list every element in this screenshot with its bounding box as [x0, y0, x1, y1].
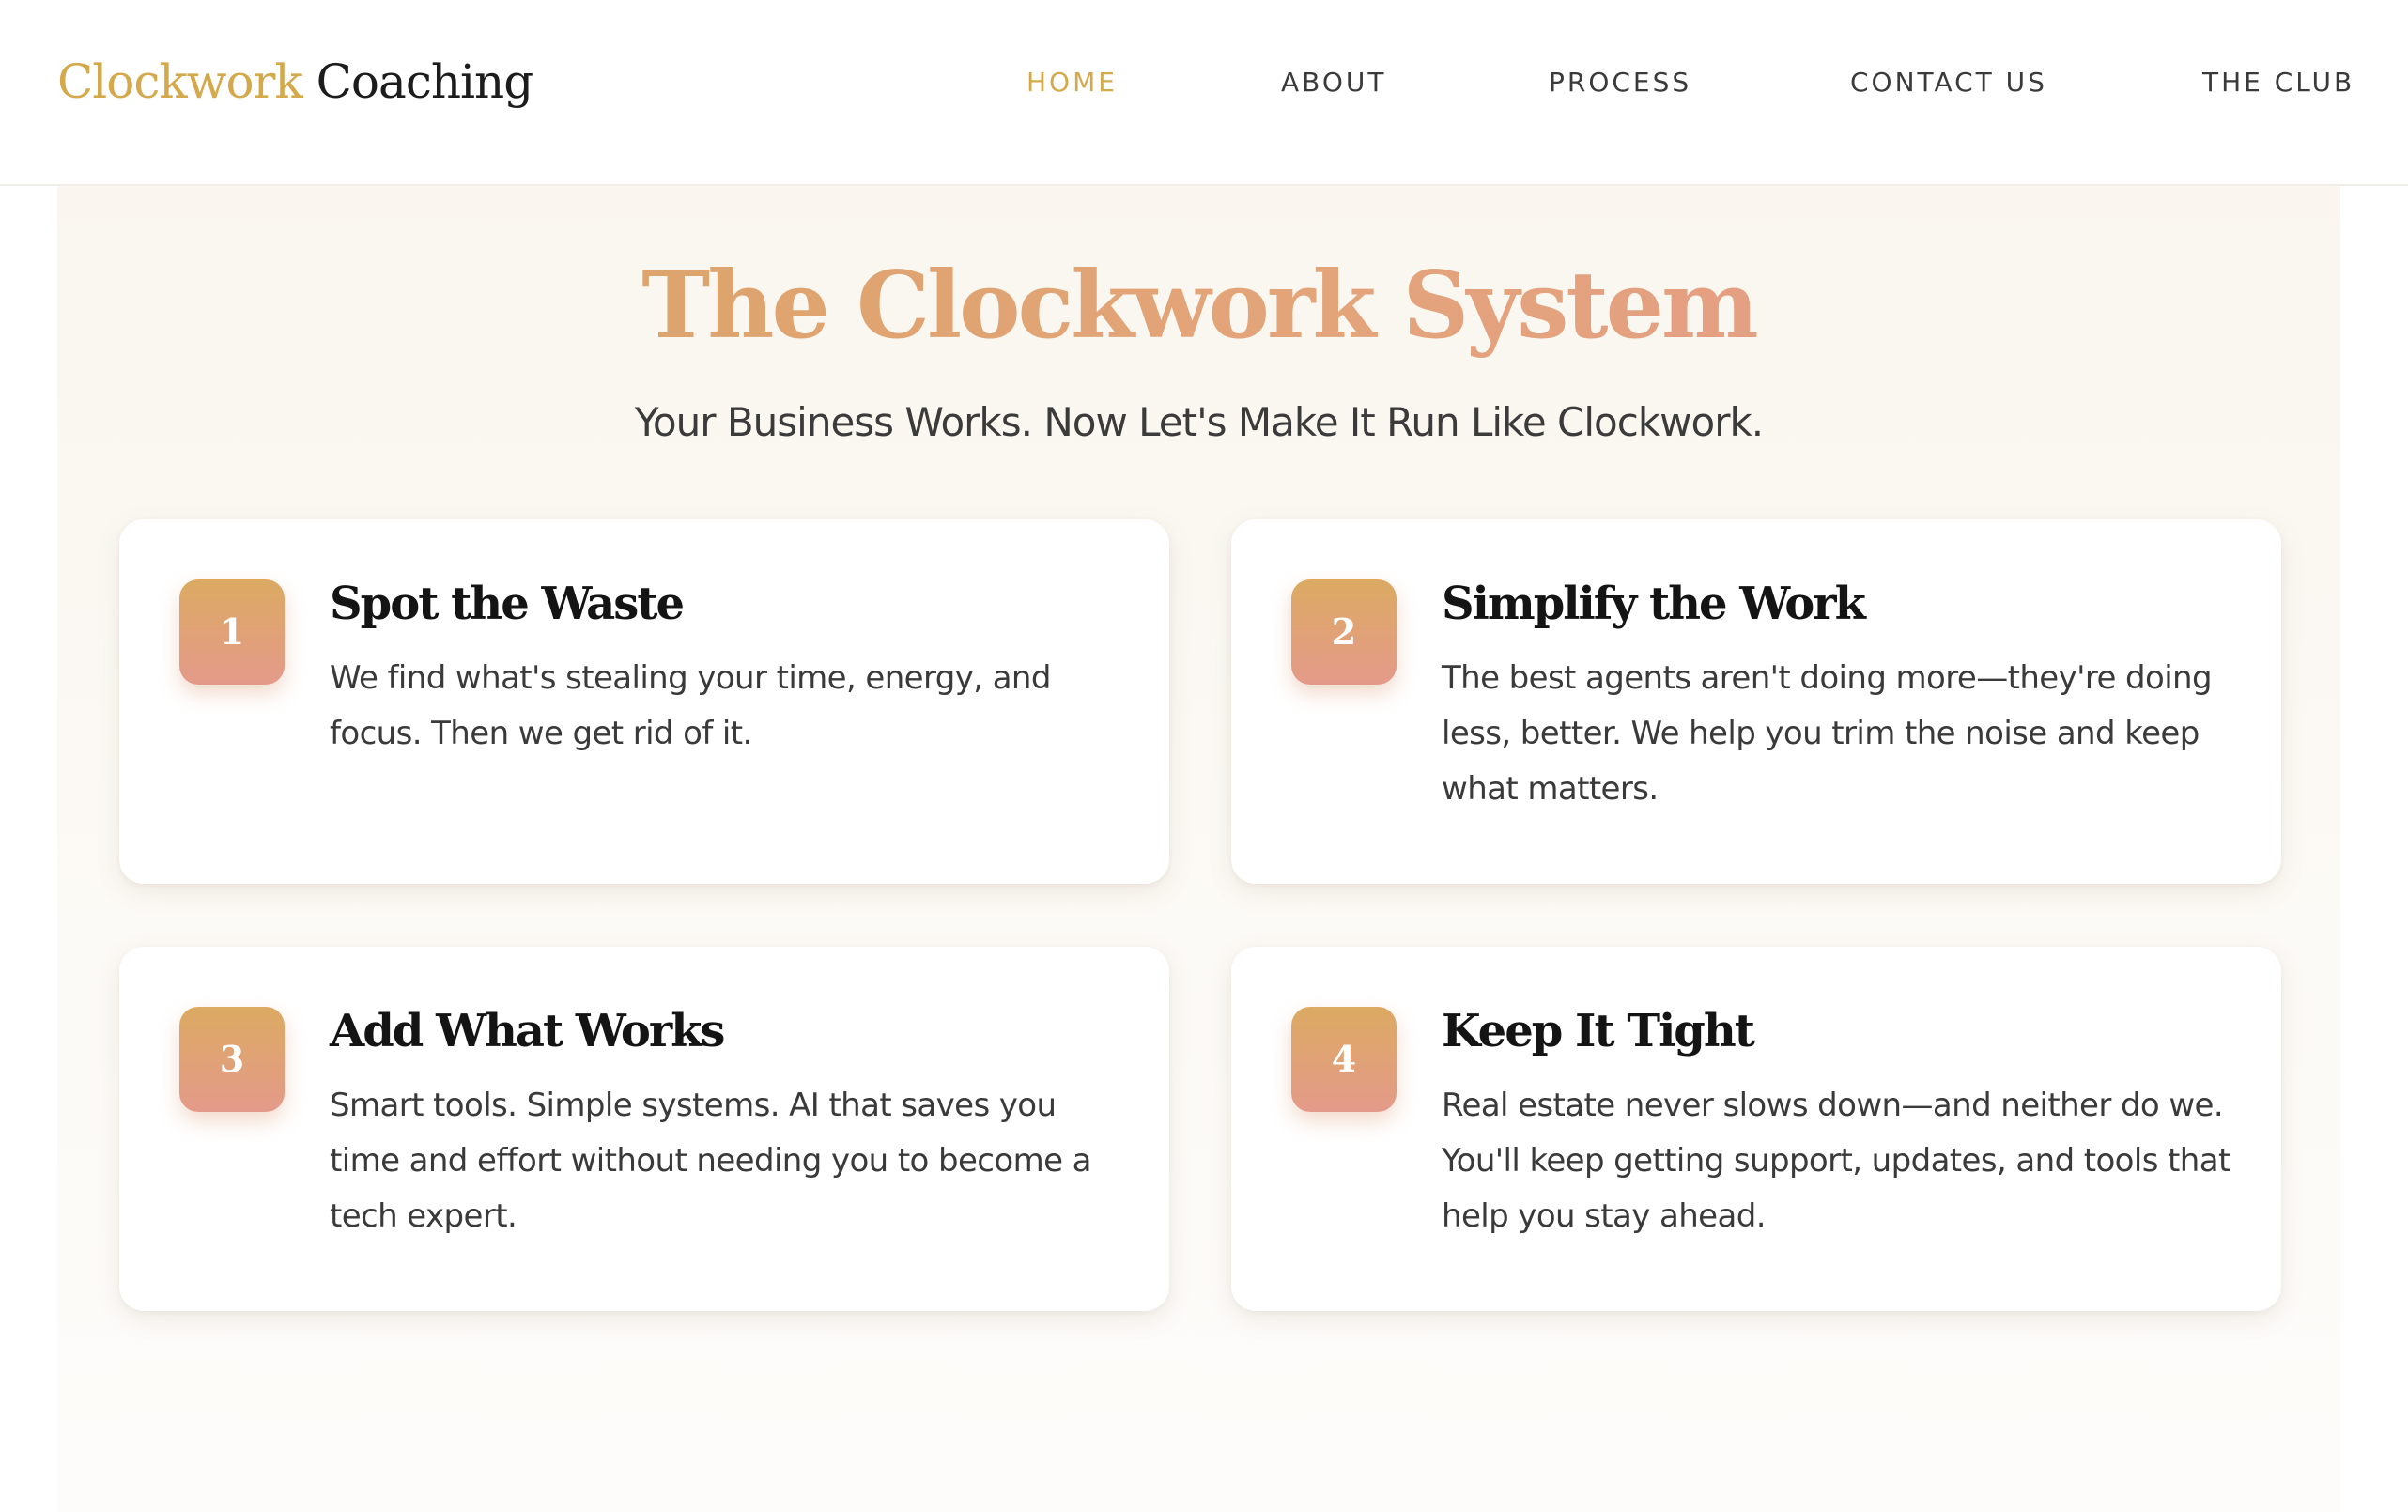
nav-item-home[interactable]: HOME — [1026, 66, 1118, 100]
step-description: We find what's stealing your time, energ… — [330, 659, 1051, 752]
brand-logo-accent: Clockwork — [57, 54, 303, 109]
step-title: Spot the Waste — [330, 578, 685, 630]
step-description: Smart tools. Simple systems. AI that sav… — [330, 1087, 1091, 1235]
clockwork-system-section: The Clockwork System Your Business Works… — [57, 186, 2340, 1512]
step-card: 2 Simplify the Work The best agents aren… — [1231, 519, 2281, 884]
step-number-badge: 4 — [1291, 1007, 1397, 1112]
section-title: The Clockwork System — [57, 250, 2340, 363]
nav-item-about[interactable]: ABOUT — [1281, 66, 1387, 100]
site-header: Clockwork Coaching HOME ABOUT PROCESS CO… — [0, 0, 2408, 186]
step-number-badge: 2 — [1291, 579, 1397, 685]
step-title: Keep It Tight — [1442, 1005, 1755, 1057]
step-description: Real estate never slows down—and neither… — [1442, 1087, 2230, 1235]
step-title: Simplify the Work — [1442, 578, 1866, 630]
nav-item-contact-us[interactable]: CONTACT US — [1850, 66, 2047, 100]
nav-item-process[interactable]: PROCESS — [1549, 66, 1691, 100]
section-subtitle: Your Business Works. Now Let's Make It R… — [634, 399, 1764, 445]
step-description: The best agents aren't doing more—they'r… — [1442, 659, 2213, 808]
step-card: 4 Keep It Tight Real estate never slows … — [1231, 947, 2281, 1311]
nav-item-the-club[interactable]: THE CLUB — [2202, 66, 2354, 100]
brand-logo-rest: Coaching — [301, 54, 534, 109]
step-card: 3 Add What Works Smart tools. Simple sys… — [119, 947, 1169, 1311]
step-title: Add What Works — [330, 1005, 725, 1057]
step-number-badge: 1 — [179, 579, 285, 685]
step-number-badge: 3 — [179, 1007, 285, 1112]
step-card: 1 Spot the Waste We find what's stealing… — [119, 519, 1169, 884]
brand-logo[interactable]: Clockwork Coaching — [57, 49, 533, 115]
